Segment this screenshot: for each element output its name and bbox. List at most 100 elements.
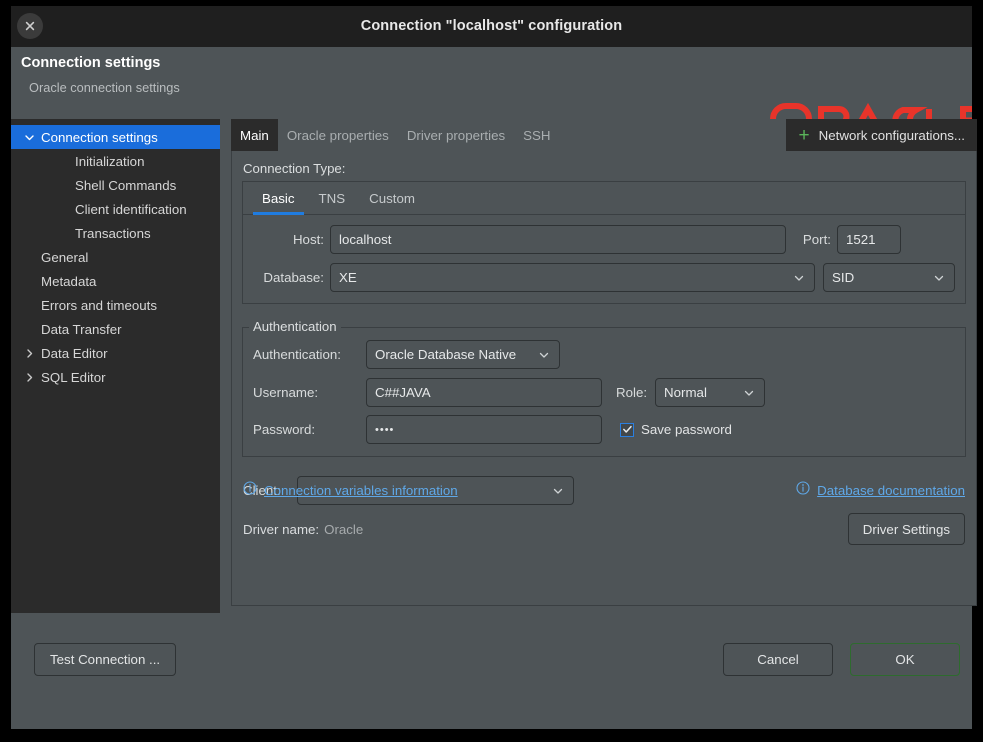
- sidebar-item-label: Errors and timeouts: [41, 297, 158, 313]
- main-panel: Main Oracle properties Driver properties…: [231, 119, 977, 619]
- settings-tree[interactable]: Connection settings Initialization Shell…: [11, 119, 220, 613]
- sidebar-item-label: Client identification: [75, 201, 187, 217]
- sidebar-item-data-transfer[interactable]: Data Transfer: [11, 317, 220, 341]
- dialog-header: Connection settings Oracle connection se…: [11, 47, 972, 119]
- network-configurations-button[interactable]: + Network configurations...: [785, 119, 977, 151]
- network-configurations-label: Network configurations...: [818, 127, 965, 143]
- authentication-combo[interactable]: Oracle Database Native: [366, 340, 560, 369]
- tab-oracle-properties[interactable]: Oracle properties: [278, 119, 398, 151]
- port-label: Port:: [802, 232, 831, 247]
- chevron-down-icon: [19, 132, 39, 143]
- tab-driver-properties[interactable]: Driver properties: [398, 119, 514, 151]
- username-label: Username:: [253, 385, 319, 400]
- host-input[interactable]: localhost: [330, 225, 786, 254]
- save-password-label[interactable]: Save password: [641, 422, 732, 437]
- sidebar-item-label: SQL Editor: [41, 369, 106, 385]
- sidebar-item-label: Transactions: [75, 225, 151, 241]
- info-icon: [796, 481, 810, 500]
- database-value: XE: [339, 270, 357, 285]
- sidebar-item-general[interactable]: General: [11, 245, 220, 269]
- basic-fields: Host: localhost Port: 1521 Database: XE: [243, 215, 965, 303]
- sidebar-item-label: General: [41, 249, 89, 265]
- subtab-basic[interactable]: Basic: [250, 182, 307, 215]
- sidebar-item-label: Data Editor: [41, 345, 108, 361]
- subtab-custom[interactable]: Custom: [357, 182, 427, 215]
- sidebar-item-connection-settings[interactable]: Connection settings: [11, 125, 220, 149]
- sidebar-item-label: Connection settings: [41, 129, 158, 145]
- sidebar-item-label: Data Transfer: [41, 321, 122, 337]
- host-row: Host: localhost Port: 1521: [253, 225, 955, 254]
- role-label: Role:: [616, 385, 648, 400]
- test-connection-button[interactable]: Test Connection ...: [34, 643, 177, 676]
- sid-combo[interactable]: SID: [823, 263, 955, 292]
- dialog-title: Connection "localhost" configuration: [360, 18, 623, 34]
- database-documentation-link-label: Database documentation: [817, 483, 965, 498]
- connection-type-label: Connection Type:: [243, 161, 346, 176]
- driver-name: Driver name: Oracle: [243, 522, 363, 537]
- auth-method-row: Authentication: Oracle Database Native: [253, 340, 955, 369]
- plus-icon: +: [798, 124, 810, 146]
- sidebar-item-initialization[interactable]: Initialization: [11, 149, 220, 173]
- port-input[interactable]: 1521: [837, 225, 901, 254]
- tab-ssh[interactable]: SSH: [514, 119, 559, 151]
- driver-settings-button[interactable]: Driver Settings: [847, 513, 965, 545]
- sid-value: SID: [832, 270, 855, 285]
- tab-label: Oracle properties: [286, 127, 389, 143]
- dialog-footer: Test Connection ... Cancel OK: [11, 619, 972, 729]
- links-row: Connection variables information Databas…: [243, 481, 965, 500]
- title-bar: Connection "localhost" configuration: [11, 6, 972, 47]
- sidebar-item-transactions[interactable]: Transactions: [11, 221, 220, 245]
- sidebar-item-shell-commands[interactable]: Shell Commands: [11, 173, 220, 197]
- sidebar-item-metadata[interactable]: Metadata: [11, 269, 220, 293]
- sidebar-item-sql-editor[interactable]: SQL Editor: [11, 365, 220, 389]
- password-input[interactable]: ••••: [366, 415, 602, 444]
- info-icon: [243, 481, 257, 500]
- connection-variables-link-label: Connection variables information: [264, 483, 458, 498]
- authentication-legend: Authentication: [249, 319, 341, 334]
- connection-type-group: Basic TNS Custom Host: localhost Port: 1…: [242, 181, 966, 304]
- username-row: Username: C##JAVA Role: Normal: [253, 378, 955, 407]
- subtab-tns[interactable]: TNS: [307, 182, 358, 215]
- sidebar-item-client-identification[interactable]: Client identification: [11, 197, 220, 221]
- chevron-down-icon: [792, 271, 806, 285]
- chevron-right-icon: [19, 348, 39, 359]
- chevron-right-icon: [19, 372, 39, 383]
- save-password-checkbox[interactable]: [620, 422, 634, 437]
- sidebar-item-label: Initialization: [75, 153, 145, 169]
- password-row: Password: •••• Save password: [253, 415, 955, 444]
- main-tab-content: Connection Type: Basic TNS Custom Host: …: [231, 151, 977, 606]
- sidebar-item-label: Metadata: [41, 273, 97, 289]
- database-label: Database:: [263, 270, 324, 285]
- password-label: Password:: [253, 422, 316, 437]
- ok-button[interactable]: OK: [850, 643, 960, 676]
- host-label: Host:: [292, 232, 324, 247]
- chevron-down-icon: [537, 348, 551, 362]
- tab-bar: Main Oracle properties Driver properties…: [231, 119, 977, 151]
- database-row: Database: XE SID: [253, 263, 955, 292]
- header-title: Connection settings: [21, 55, 161, 71]
- connection-variables-link[interactable]: Connection variables information: [243, 481, 458, 500]
- oracle-logo-icon: [769, 99, 972, 119]
- role-combo[interactable]: Normal: [655, 378, 766, 407]
- sidebar-item-data-editor[interactable]: Data Editor: [11, 341, 220, 365]
- chevron-down-icon: [932, 271, 946, 285]
- subtab-label: Basic: [262, 190, 295, 206]
- sidebar-item-errors-and-timeouts[interactable]: Errors and timeouts: [11, 293, 220, 317]
- dialog-body: Connection settings Initialization Shell…: [11, 119, 977, 619]
- database-combo[interactable]: XE: [330, 263, 815, 292]
- authentication-group: Authentication Authentication: Oracle Da…: [242, 319, 966, 457]
- database-documentation-link[interactable]: Database documentation: [796, 481, 965, 500]
- tab-label: Driver properties: [406, 127, 506, 143]
- username-input[interactable]: C##JAVA: [366, 378, 602, 407]
- authentication-value: Oracle Database Native: [375, 347, 517, 362]
- authentication-label: Authentication:: [253, 347, 341, 362]
- tab-main[interactable]: Main: [231, 119, 278, 151]
- sidebar-item-label: Shell Commands: [75, 177, 177, 193]
- connection-type-subtabs: Basic TNS Custom: [243, 182, 965, 215]
- save-password-checkbox-group[interactable]: Save password: [620, 422, 732, 437]
- dialog-window: Connection "localhost" configuration Con…: [11, 6, 977, 729]
- subtab-label: Custom: [369, 190, 415, 206]
- chevron-down-icon: [742, 386, 756, 400]
- cancel-button[interactable]: Cancel: [723, 643, 833, 676]
- authentication-fields: Authentication: Oracle Database Native U…: [243, 328, 965, 456]
